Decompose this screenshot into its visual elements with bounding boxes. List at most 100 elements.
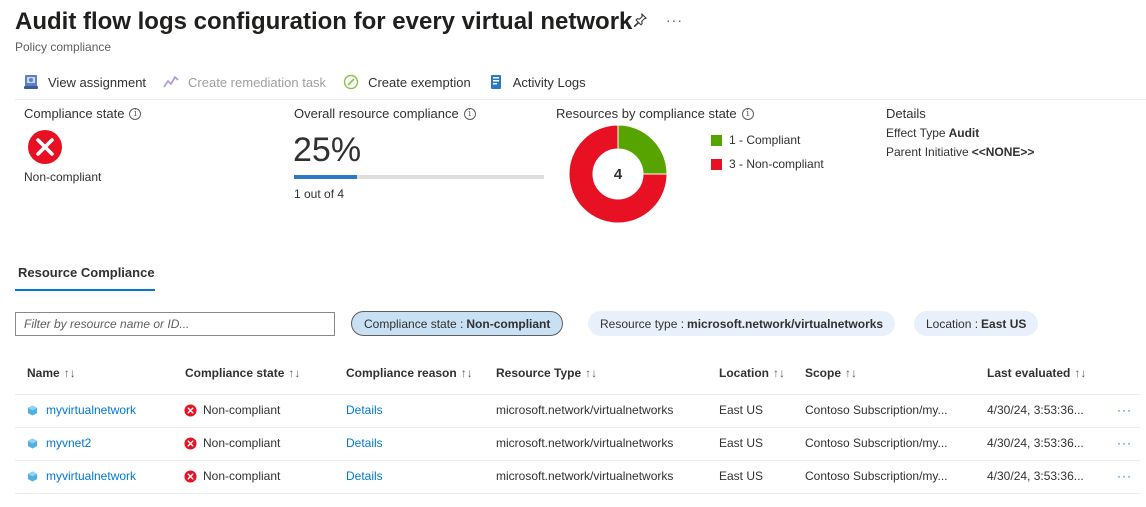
command-bar: View assignment Create remediation task …	[22, 72, 602, 92]
sort-icon: ↑↓	[288, 366, 301, 380]
column-header-compliance-state[interactable]: Compliance state ↑↓	[185, 366, 300, 380]
error-icon	[184, 403, 197, 417]
row-divider	[15, 394, 1140, 395]
effect-type-value: Audit	[948, 126, 980, 140]
view-assignment-button[interactable]: View assignment	[22, 73, 146, 91]
effect-type-row: Effect Type Audit	[886, 126, 1034, 140]
create-exemption-label: Create exemption	[368, 74, 471, 90]
effect-type-label: Effect Type	[886, 126, 946, 140]
resource-filter-input[interactable]	[15, 312, 335, 336]
filter-value: Non-compliant	[466, 316, 551, 331]
activity-logs-button[interactable]: Activity Logs	[487, 73, 586, 91]
compliance-donut-chart: 4	[568, 124, 668, 224]
activity-log-icon	[487, 73, 505, 91]
column-header-label: Compliance reason	[346, 366, 457, 380]
non-compliant-error-icon	[28, 130, 62, 164]
resources-by-state-heading: Resources by compliance state i	[556, 106, 754, 121]
location-cell: East US	[719, 403, 764, 417]
donut-total: 4	[614, 166, 623, 183]
sort-icon: ↑↓	[845, 366, 858, 380]
compliance-state-heading: Compliance state i	[24, 106, 142, 121]
column-header-label: Resource Type	[496, 366, 582, 380]
page-title: Audit flow logs configuration for every …	[15, 8, 633, 35]
sort-icon: ↑↓	[63, 366, 76, 380]
parent-initiative-value: <<NONE>>	[971, 145, 1035, 159]
compliance-state-label: Compliance state	[24, 106, 125, 121]
parent-initiative-label: Parent Initiative	[886, 145, 969, 159]
view-assignment-label: View assignment	[48, 74, 147, 90]
column-header-last-evaluated[interactable]: Last evaluated ↑↓	[987, 366, 1086, 380]
tab-resource-compliance[interactable]: Resource Compliance	[15, 265, 155, 291]
parent-initiative-row: Parent Initiative <<NONE>>	[886, 145, 1034, 159]
legend-label: 3 - Non-compliant	[729, 157, 824, 171]
resources-by-state-label: Resources by compliance state	[556, 106, 737, 121]
filter-key: Location :	[926, 316, 979, 331]
resource-name-link[interactable]: myvnet2	[27, 436, 91, 450]
column-header-location[interactable]: Location ↑↓	[719, 366, 785, 380]
compliance-reason-details-link[interactable]: Details	[346, 403, 383, 417]
create-exemption-button[interactable]: Create exemption	[342, 73, 471, 91]
column-header-compliance-reason[interactable]: Compliance reason ↑↓	[346, 366, 473, 380]
info-icon[interactable]: i	[129, 107, 142, 120]
details-heading: Details	[886, 106, 926, 121]
column-header-label: Last evaluated	[987, 366, 1071, 380]
column-header-label: Scope	[805, 366, 842, 380]
virtual-network-icon	[27, 470, 38, 482]
filter-value: microsoft.network/virtualnetworks	[687, 316, 884, 331]
pin-icon[interactable]	[632, 12, 648, 28]
error-icon	[184, 469, 197, 483]
compliance-state-value: Non-compliant	[24, 170, 102, 184]
legend-swatch	[711, 158, 722, 170]
row-divider	[15, 427, 1140, 428]
resource-name-link[interactable]: myvirtualnetwork	[27, 469, 136, 483]
scope-cell: Contoso Subscription/my...	[805, 403, 948, 417]
overall-compliance-count: 1 out of 4	[294, 187, 345, 201]
column-header-resource-type[interactable]: Resource Type ↑↓	[496, 366, 597, 380]
filter-key: Resource type :	[600, 316, 685, 331]
compliance-state-cell: Non-compliant	[184, 469, 280, 483]
last-evaluated-cell: 4/30/24, 3:53:36...	[987, 403, 1084, 417]
compliance-state-filter-pill[interactable]: Compliance state : Non-compliant	[351, 311, 564, 336]
scope-cell: Contoso Subscription/my...	[805, 436, 948, 450]
location-cell: East US	[719, 469, 764, 483]
create-remediation-task-label: Create remediation task	[188, 74, 327, 90]
resource-type-cell: microsoft.network/virtualnetworks	[496, 403, 674, 417]
filter-key: Compliance state :	[364, 316, 464, 331]
row-more-options-icon[interactable]: ···	[1117, 403, 1132, 417]
compliance-reason-details-link[interactable]: Details	[346, 436, 383, 450]
resource-name-link[interactable]: myvirtualnetwork	[27, 403, 136, 417]
last-evaluated-cell: 4/30/24, 3:53:36...	[987, 469, 1084, 483]
location-filter-pill[interactable]: Location : East US	[914, 311, 1039, 336]
resource-name: myvnet2	[46, 436, 92, 450]
column-header-label: Compliance state	[185, 366, 285, 380]
legend-item-compliant[interactable]: 1 - Compliant	[711, 131, 824, 149]
sort-icon: ↑↓	[773, 366, 785, 380]
legend-item-non-compliant[interactable]: 3 - Non-compliant	[711, 155, 824, 173]
info-icon[interactable]: i	[463, 107, 476, 120]
remediation-icon	[162, 73, 180, 91]
row-more-options-icon[interactable]: ···	[1117, 436, 1132, 450]
resource-type-cell: microsoft.network/virtualnetworks	[496, 436, 674, 450]
info-icon[interactable]: i	[741, 107, 754, 120]
create-remediation-task-button[interactable]: Create remediation task	[162, 73, 326, 91]
resource-type-filter-pill[interactable]: Resource type : microsoft.network/virtual…	[588, 311, 896, 336]
column-header-label: Location	[719, 366, 769, 380]
column-header-scope[interactable]: Scope ↑↓	[805, 366, 857, 380]
more-options-icon[interactable]: ···	[666, 12, 683, 28]
compliance-state-text: Non-compliant	[203, 469, 281, 483]
legend-label: 1 - Compliant	[729, 133, 801, 147]
sort-icon: ↑↓	[460, 366, 473, 380]
column-header-name[interactable]: Name ↑↓	[27, 366, 76, 380]
error-icon	[184, 436, 197, 450]
legend-swatch	[711, 134, 722, 146]
exemption-icon	[342, 73, 360, 91]
activity-logs-label: Activity Logs	[512, 74, 586, 90]
filter-value: East US	[981, 316, 1027, 331]
resource-type-cell: microsoft.network/virtualnetworks	[496, 469, 674, 483]
sort-icon: ↑↓	[1074, 366, 1087, 380]
row-more-options-icon[interactable]: ···	[1117, 469, 1132, 483]
overall-compliance-label: Overall resource compliance	[294, 106, 459, 121]
compliance-reason-details-link[interactable]: Details	[346, 469, 383, 483]
donut-legend: 1 - Compliant 3 - Non-compliant	[711, 131, 824, 179]
sort-icon: ↑↓	[585, 366, 598, 380]
